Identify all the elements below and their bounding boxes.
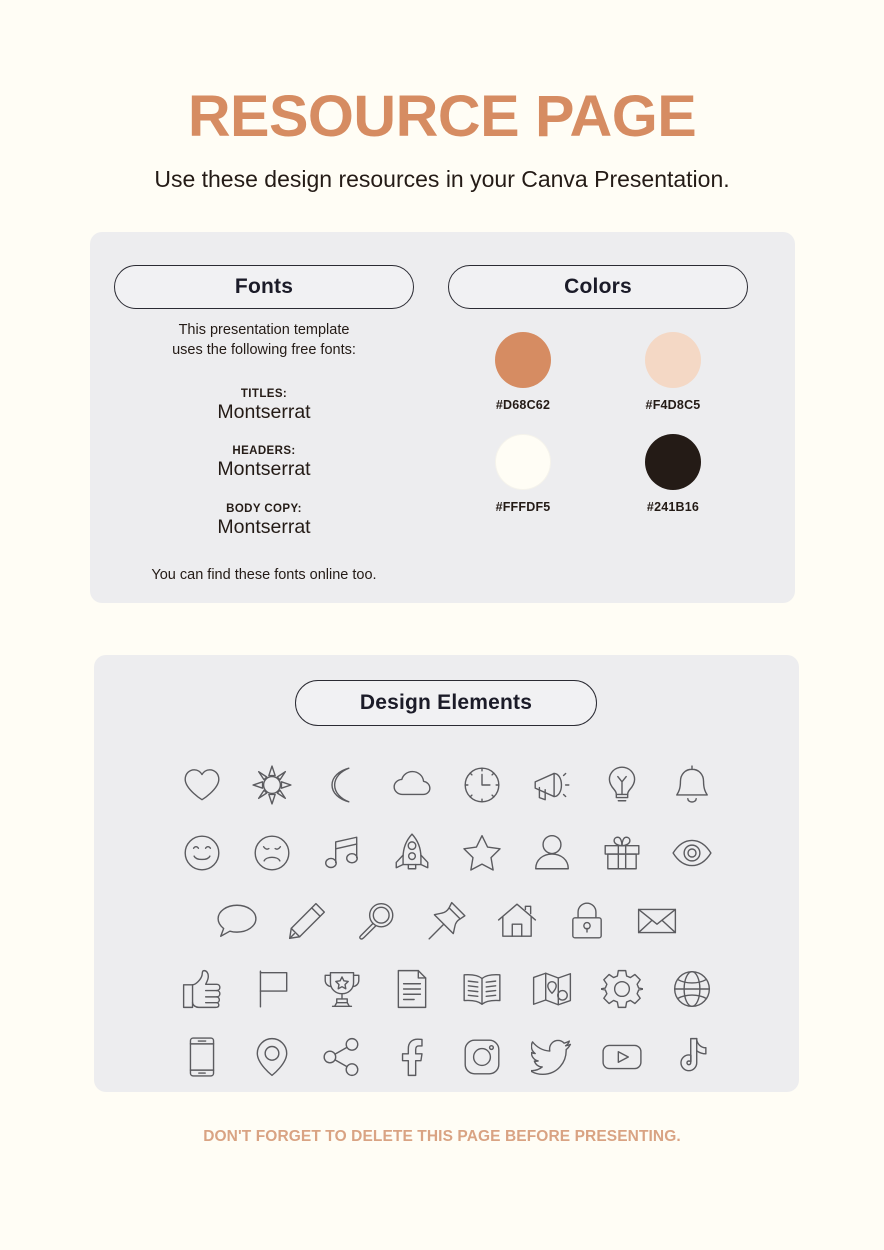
twitter-icon[interactable] bbox=[517, 1029, 587, 1085]
design-elements-section-label: Design Elements bbox=[359, 691, 533, 714]
gear-icon[interactable] bbox=[587, 961, 657, 1017]
trophy-icon[interactable] bbox=[307, 961, 377, 1017]
icon-row bbox=[94, 955, 799, 1023]
font-name-titles: Montserrat bbox=[217, 401, 311, 423]
page-header: RESOURCE PAGE Use these design resources… bbox=[0, 0, 884, 194]
sad-face-icon[interactable] bbox=[237, 825, 307, 881]
page-subtitle: Use these design resources in your Canva… bbox=[154, 166, 730, 192]
magnifier-icon[interactable] bbox=[342, 893, 412, 949]
smartphone-icon[interactable] bbox=[167, 1029, 237, 1085]
bell-icon[interactable] bbox=[657, 757, 727, 813]
colors-section-label: Colors bbox=[564, 275, 632, 298]
color-swatch-grid: #D68C62 #F4D8C5 #FFFDF5 #241B16 bbox=[448, 332, 748, 514]
smiley-face-icon[interactable] bbox=[167, 825, 237, 881]
clock-icon[interactable] bbox=[447, 757, 517, 813]
house-icon[interactable] bbox=[482, 893, 552, 949]
instagram-icon[interactable] bbox=[447, 1029, 517, 1085]
gift-icon[interactable] bbox=[587, 825, 657, 881]
rocket-icon[interactable] bbox=[377, 825, 447, 881]
color-swatch: #D68C62 bbox=[495, 332, 551, 412]
speech-bubble-icon[interactable] bbox=[202, 893, 272, 949]
page-title: RESOURCE PAGE bbox=[187, 84, 697, 149]
design-elements-panel: Design Elements bbox=[94, 655, 799, 1092]
font-name-body-copy: Montserrat bbox=[217, 515, 311, 538]
pencil-icon[interactable] bbox=[272, 893, 342, 949]
icon-row bbox=[94, 819, 799, 887]
envelope-icon[interactable] bbox=[622, 893, 692, 949]
color-swatch-dot bbox=[495, 332, 551, 388]
lightbulb-icon[interactable] bbox=[587, 757, 657, 813]
fonts-and-colors-panel: Fonts Colors This presentation template … bbox=[90, 232, 795, 603]
color-swatch: #241B16 bbox=[645, 434, 701, 514]
tiktok-icon[interactable] bbox=[657, 1029, 727, 1085]
cloud-icon[interactable] bbox=[377, 757, 447, 813]
document-icon[interactable] bbox=[377, 961, 447, 1017]
sun-icon[interactable] bbox=[237, 757, 307, 813]
flag-icon[interactable] bbox=[237, 961, 307, 1017]
icon-row bbox=[94, 751, 799, 819]
star-icon[interactable] bbox=[447, 825, 517, 881]
fonts-intro-text: This presentation template uses the foll… bbox=[172, 322, 356, 358]
color-swatch-hex-label: #FFFDF5 bbox=[495, 500, 551, 514]
eye-icon[interactable] bbox=[657, 825, 727, 881]
font-name-headers: Montserrat bbox=[217, 458, 311, 481]
icon-row bbox=[94, 887, 799, 955]
font-group-headers: HEADERS: Montserrat bbox=[114, 445, 414, 480]
fonts-section-label: Fonts bbox=[234, 275, 294, 298]
color-swatch-hex-label: #F4D8C5 bbox=[645, 398, 701, 412]
globe-icon[interactable] bbox=[657, 961, 727, 1017]
color-swatch-dot bbox=[645, 332, 701, 388]
design-elements-section-pill: Design Elements bbox=[295, 680, 597, 726]
music-note-icon[interactable] bbox=[307, 825, 377, 881]
color-swatch: #FFFDF5 bbox=[495, 434, 551, 514]
map-icon[interactable] bbox=[517, 961, 587, 1017]
facebook-icon[interactable] bbox=[377, 1029, 447, 1085]
color-swatch-hex-label: #D68C62 bbox=[495, 398, 551, 412]
color-swatch-hex-label: #241B16 bbox=[646, 500, 700, 514]
color-swatch-dot bbox=[495, 434, 551, 490]
font-group-titles: TITLES: Montserrat bbox=[114, 388, 414, 423]
person-icon[interactable] bbox=[517, 825, 587, 881]
font-role-body-copy: BODY COPY: bbox=[226, 502, 302, 515]
share-icon[interactable] bbox=[307, 1029, 377, 1085]
lock-icon[interactable] bbox=[552, 893, 622, 949]
font-role-titles: TITLES: bbox=[240, 388, 288, 400]
font-group-body-copy: BODY COPY: Montserrat bbox=[114, 503, 414, 538]
heart-icon[interactable] bbox=[167, 757, 237, 813]
icon-row bbox=[94, 1023, 799, 1091]
colors-section-pill: Colors bbox=[448, 265, 748, 309]
font-role-headers: HEADERS: bbox=[232, 445, 296, 458]
pushpin-icon[interactable] bbox=[412, 893, 482, 949]
design-elements-icon-grid bbox=[94, 751, 799, 1091]
fonts-content: This presentation template uses the foll… bbox=[114, 320, 414, 583]
location-pin-icon[interactable] bbox=[237, 1029, 307, 1085]
fonts-section-pill: Fonts bbox=[114, 265, 414, 309]
thumbs-up-icon[interactable] bbox=[167, 961, 237, 1017]
color-swatch: #F4D8C5 bbox=[645, 332, 701, 412]
footer-delete-reminder: DON'T FORGET TO DELETE THIS PAGE BEFORE … bbox=[203, 1128, 681, 1145]
fonts-outro-text: You can find these fonts online too. bbox=[151, 567, 377, 584]
moon-icon[interactable] bbox=[307, 757, 377, 813]
book-icon[interactable] bbox=[447, 961, 517, 1017]
color-swatch-dot bbox=[645, 434, 701, 490]
youtube-icon[interactable] bbox=[587, 1029, 657, 1085]
megaphone-icon[interactable] bbox=[517, 757, 587, 813]
